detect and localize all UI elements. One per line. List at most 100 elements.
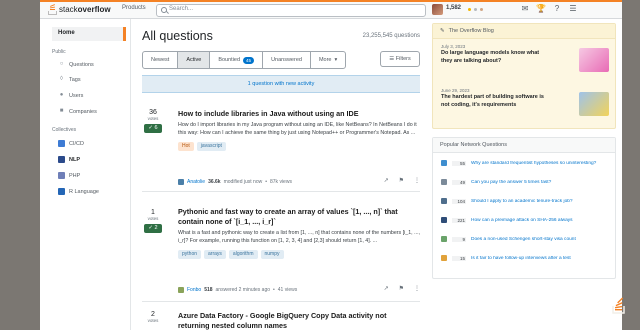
network-questions-widget: Popular Network Questions 55 Why are sta… — [432, 137, 616, 279]
separator: • — [265, 179, 267, 185]
achievements-icon[interactable]: 🏆 — [536, 4, 546, 14]
gold-badge-dot — [468, 8, 471, 11]
nav-tags[interactable]: ◊ Tags — [58, 76, 81, 83]
nav-home[interactable]: Home — [52, 27, 126, 41]
network-question-title[interactable]: Should I apply to an academic tenure-tra… — [471, 199, 609, 204]
user-name[interactable]: Fonbo — [187, 287, 201, 293]
question-meta: Anatolie 36.6k modified just now • 87k v… — [178, 177, 420, 187]
vote-label: votes — [147, 216, 159, 221]
more-icon[interactable]: ⋮ — [414, 177, 420, 184]
stackoverflow-watermark-icon — [612, 297, 625, 314]
nav-collective-php[interactable]: PHP — [58, 172, 80, 179]
products-link[interactable]: Products — [122, 5, 146, 11]
blog-thumbnail[interactable] — [579, 92, 609, 116]
network-question[interactable]: 221 How can a preimage attack on SHA-256… — [441, 215, 611, 225]
tab-more[interactable]: More ▾ — [311, 52, 345, 68]
vote-label: votes — [147, 318, 159, 323]
search-icon — [161, 7, 167, 13]
user-name[interactable]: Anatolie — [187, 179, 205, 185]
network-question[interactable]: 15 Is it fair to have follow-up intervie… — [441, 253, 611, 263]
tab-bountied[interactable]: Bountied 45 — [210, 52, 264, 68]
view-count: 41 views — [277, 287, 298, 293]
collective-icon — [58, 156, 65, 163]
question-title[interactable]: How to include libraries in Java without… — [178, 109, 420, 119]
inbox-icon[interactable]: ✉ — [520, 4, 530, 14]
nav-collective-nlp[interactable]: NLP — [58, 156, 80, 163]
question-body: How to include libraries in Java without… — [178, 109, 420, 151]
tag-item[interactable]: arrays — [204, 250, 226, 259]
user-avatar-small[interactable] — [178, 179, 184, 185]
user-reputation: 1,582 — [446, 5, 462, 11]
network-question-title[interactable]: Can you pay the answer 5 times fast? — [471, 180, 609, 185]
nav-companies[interactable]: ■ Companies — [58, 108, 97, 115]
network-question-title[interactable]: Does a non-used Schengen short-stay visa… — [471, 237, 609, 242]
activity-time: answered 2 minutes ago — [215, 287, 271, 293]
tab-unanswered[interactable]: Unanswered — [263, 52, 311, 68]
help-icon[interactable]: ? — [552, 4, 562, 14]
network-question-title[interactable]: Why are standard frequentist hypotheses … — [471, 161, 609, 166]
blog-item[interactable]: July 3, 2023 Do large language models kn… — [441, 44, 609, 72]
search-input[interactable]: Search... — [156, 4, 426, 17]
nav-collective-r[interactable]: R Language — [58, 188, 99, 195]
bookmark-icon[interactable]: ⚑ — [399, 285, 404, 292]
tag-hot[interactable]: Hot — [178, 142, 194, 151]
bounty-count-badge: 45 — [243, 56, 255, 64]
score: 49 — [452, 179, 466, 185]
new-activity-banner[interactable]: 1 question with new activity — [142, 75, 420, 93]
question-title[interactable]: Pythonic and fast way to create an array… — [178, 207, 420, 227]
site-switcher-icon[interactable]: ☰ — [568, 4, 578, 14]
nav-questions[interactable]: ○ Questions — [58, 61, 94, 68]
question-body: Azure Data Factory - Google BigQuery Cop… — [178, 311, 420, 330]
nav-collective-cicd[interactable]: CI/CD — [58, 140, 84, 147]
question-tags: python arrays algorithm numpy — [178, 250, 420, 259]
share-icon[interactable]: ↗ — [384, 285, 389, 292]
question-row: 36 votes ✓ 6 How to include libraries in… — [142, 103, 420, 192]
blog-thumbnail[interactable] — [579, 48, 609, 72]
collective-icon — [58, 172, 65, 179]
site-icon — [441, 217, 447, 223]
page-title: All questions — [142, 29, 213, 43]
site-icon — [441, 236, 447, 242]
network-question[interactable]: 9 Does a non-used Schengen short-stay vi… — [441, 234, 611, 244]
tab-newest[interactable]: Newest — [143, 52, 179, 68]
nav-users[interactable]: ● Users — [58, 92, 84, 99]
network-question-title[interactable]: How can a preimage attack on SHA-256 alw… — [471, 218, 609, 223]
tab-active[interactable]: Active — [178, 52, 211, 68]
blog-title[interactable]: The hardest part of building software is… — [441, 94, 551, 109]
tag-item[interactable]: python — [178, 250, 202, 259]
question-excerpt: What is a fast and pythonic way to creat… — [178, 230, 421, 244]
site-logo[interactable]: stackoverflow — [48, 4, 111, 15]
user-avatar-small[interactable] — [178, 287, 184, 293]
question-title[interactable]: Azure Data Factory - Google BigQuery Cop… — [178, 311, 420, 330]
share-icon[interactable]: ↗ — [384, 177, 389, 184]
blog-title[interactable]: Do large language models know what they … — [441, 50, 551, 65]
tag-item[interactable]: algorithm — [228, 250, 258, 259]
site-icon — [441, 255, 447, 261]
question-row: 1 votes ✓ 2 Pythonic and fast way to cre… — [142, 203, 420, 302]
tag-item[interactable]: numpy — [260, 250, 284, 259]
question-tabs: Newest Active Bountied 45 Unanswered More… — [142, 51, 347, 69]
network-heading: Popular Network Questions — [433, 138, 615, 153]
filters-button[interactable]: ☰ Filters — [380, 51, 420, 67]
user-avatar[interactable] — [432, 4, 443, 15]
network-question-title[interactable]: Is it fair to have follow-up interviews … — [471, 256, 609, 261]
question-tags: Hot javascript — [178, 142, 420, 151]
badge-dots — [468, 8, 483, 11]
left-sidebar: Home Public ○ Questions ◊ Tags ● Users ■ Com… — [40, 19, 131, 330]
logo-text: stackoverflow — [59, 5, 111, 14]
network-question[interactable]: 55 Why are standard frequentist hypothes… — [441, 158, 611, 168]
vote-count: 2 — [151, 311, 155, 318]
chevron-down-icon: ▾ — [334, 57, 338, 63]
blog-item[interactable]: June 29, 2023 The hardest part of buildi… — [441, 88, 609, 116]
network-question[interactable]: 49 Can you pay the answer 5 times fast? — [441, 177, 611, 187]
bookmark-icon[interactable]: ⚑ — [399, 177, 404, 184]
question-actions: ↗ ⚑ ⋮ — [384, 285, 420, 292]
overflow-blog-widget: ✎ The Overflow Blog July 3, 2023 Do large… — [432, 23, 616, 129]
network-question[interactable]: 104 Should I apply to an academic tenure… — [441, 196, 611, 206]
question-excerpt: How do I import libraries in my Java pro… — [178, 122, 417, 136]
companies-icon: ■ — [59, 108, 64, 114]
top-icons: ✉ 🏆 ? ☰ — [520, 4, 578, 14]
tag-item[interactable]: javascript — [196, 142, 226, 151]
more-icon[interactable]: ⋮ — [414, 285, 420, 292]
silver-badge-dot — [474, 8, 477, 11]
